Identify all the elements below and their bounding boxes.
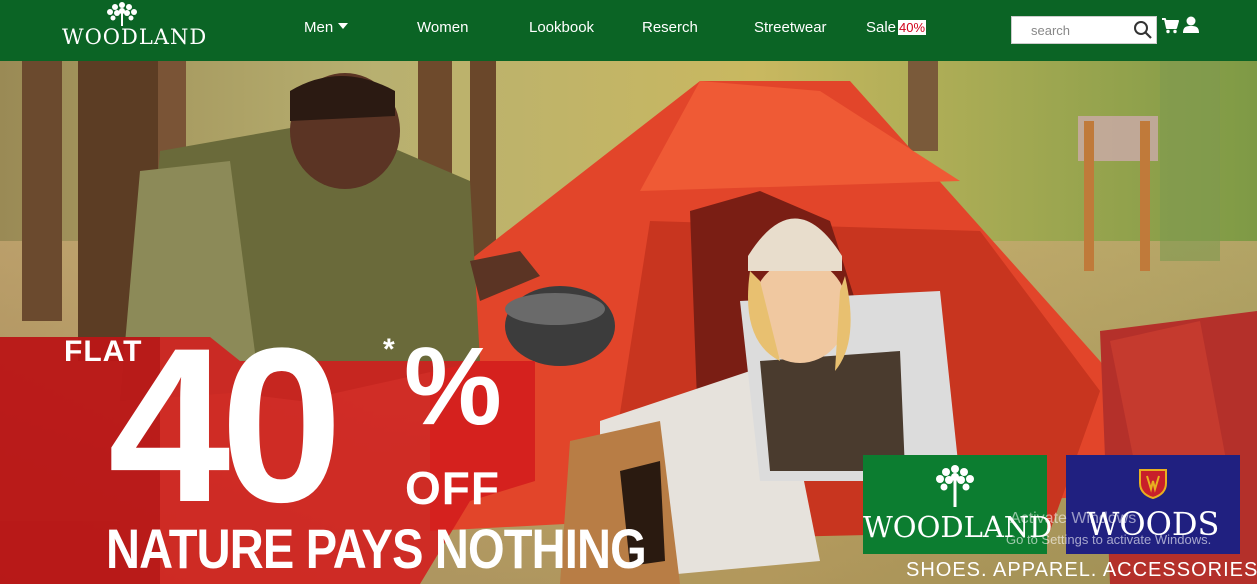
nav-item-women[interactable]: Women [417,19,468,36]
user-icon[interactable] [1183,16,1199,34]
nav-item-sale[interactable]: Sale 40% [866,19,927,36]
search-input[interactable] [1012,17,1130,43]
nav-item-streetwear[interactable]: Streetwear [754,19,827,36]
caret-down-icon [338,23,349,29]
nav-item-research[interactable]: Reserch [642,19,698,36]
top-navbar: WOODLAND Men Women Lookbook Reserch Stre… [0,0,1257,61]
hero-banner[interactable]: FLAT 40 * % OFF NATURE PAYS NOTHING WOOD… [0,61,1257,584]
category-strip: SHOES. APPAREL. ACCESSORIES. [906,559,1257,581]
logo-wordmark: WOODLAND [62,25,208,49]
nav-item-label: Men [304,19,334,36]
nav-item-label: Sale [866,19,897,36]
tree-logo-icon [936,465,974,507]
search-icon[interactable] [1133,20,1153,40]
sale-badge: 40% [898,20,927,35]
cart-icon[interactable] [1161,17,1179,34]
crest-icon [1139,469,1167,499]
os-watermark-subtitle: Go to Settings to activate Windows. [1006,532,1212,547]
nav-item-lookbook[interactable]: Lookbook [529,19,594,36]
tree-logo-icon [107,2,137,26]
search-box [1011,16,1157,44]
woodland-logo[interactable]: WOODLAND [62,0,208,56]
nav-item-men[interactable]: Men [304,19,349,36]
os-watermark-title: Activate Windows [1010,510,1137,527]
